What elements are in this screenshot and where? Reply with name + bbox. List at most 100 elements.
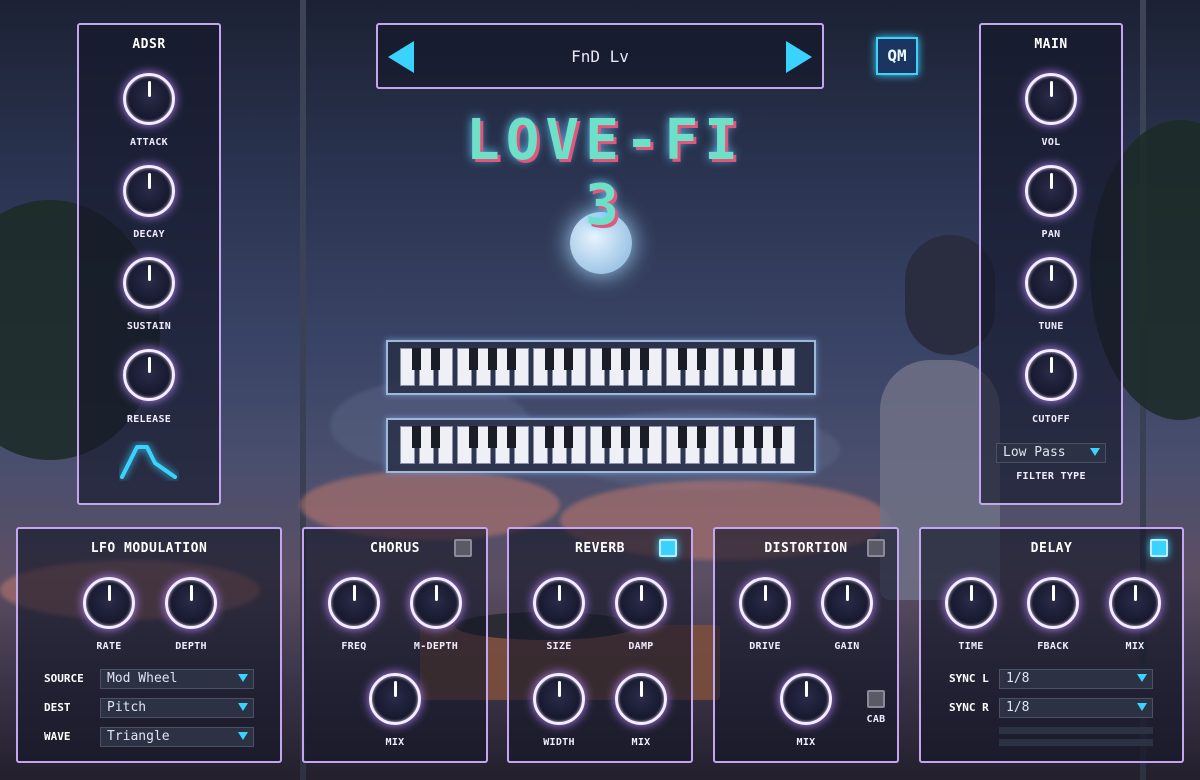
lfo-rate-knob[interactable]: [83, 577, 135, 629]
black-key[interactable]: [488, 426, 497, 448]
white-key[interactable]: [780, 348, 795, 386]
vol-knob[interactable]: [1025, 73, 1077, 125]
black-key[interactable]: [621, 426, 630, 448]
black-key[interactable]: [412, 426, 421, 448]
black-key[interactable]: [697, 348, 706, 370]
black-key[interactable]: [545, 348, 554, 370]
tune-knob[interactable]: [1025, 257, 1077, 309]
reverb-damp-knob[interactable]: [615, 577, 667, 629]
black-key[interactable]: [507, 348, 516, 370]
white-key[interactable]: [704, 426, 719, 464]
reverb-damp-label: DAMP: [628, 641, 654, 652]
lfo-title: LFO MODULATION: [90, 541, 208, 556]
chorus-mix-label: MIX: [385, 737, 405, 748]
lfo-depth-knob[interactable]: [165, 577, 217, 629]
pan-knob[interactable]: [1025, 165, 1077, 217]
release-knob[interactable]: [123, 349, 175, 401]
black-key[interactable]: [754, 348, 763, 370]
black-key[interactable]: [507, 426, 516, 448]
black-key[interactable]: [621, 348, 630, 370]
keyboard-upper[interactable]: [386, 340, 816, 395]
reverb-enable-toggle[interactable]: [659, 539, 677, 557]
delay-time-knob[interactable]: [945, 577, 997, 629]
white-key[interactable]: [704, 348, 719, 386]
black-key[interactable]: [773, 426, 782, 448]
black-key[interactable]: [488, 348, 497, 370]
black-key[interactable]: [678, 426, 687, 448]
distortion-mix-knob[interactable]: [780, 673, 832, 725]
reverb-mix-label: MIX: [631, 737, 651, 748]
chorus-mdepth-knob[interactable]: [410, 577, 462, 629]
chevron-down-icon: [1090, 448, 1100, 456]
distortion-drive-knob[interactable]: [739, 577, 791, 629]
white-key[interactable]: [514, 426, 529, 464]
white-key[interactable]: [571, 426, 586, 464]
filter-type-label: FILTER TYPE: [1016, 471, 1086, 482]
decay-label: DECAY: [133, 229, 165, 240]
tune-label: TUNE: [1038, 321, 1064, 332]
chorus-freq-label: FREQ: [341, 641, 367, 652]
black-key[interactable]: [735, 348, 744, 370]
black-key[interactable]: [773, 348, 782, 370]
delay-time-label: TIME: [958, 641, 984, 652]
reverb-mix-knob[interactable]: [615, 673, 667, 725]
black-key[interactable]: [469, 426, 478, 448]
sync-r-label: SYNC R: [949, 701, 989, 714]
chorus-enable-toggle[interactable]: [454, 539, 472, 557]
delay-title: DELAY: [1030, 541, 1073, 556]
sync-l-dropdown[interactable]: 1/8: [999, 669, 1153, 689]
black-key[interactable]: [431, 426, 440, 448]
sync-r-dropdown[interactable]: 1/8: [999, 698, 1153, 718]
black-key[interactable]: [412, 348, 421, 370]
lfo-rate-label: RATE: [96, 641, 122, 652]
release-label: RELEASE: [126, 414, 172, 425]
reverb-size-knob[interactable]: [533, 577, 585, 629]
adsr-panel: ADSR ATTACK DECAY SUSTAIN RELEASE: [77, 23, 221, 505]
lfo-wave-dropdown[interactable]: Triangle: [100, 727, 254, 747]
chevron-down-icon: [238, 732, 248, 740]
white-key[interactable]: [647, 426, 662, 464]
black-key[interactable]: [640, 426, 649, 448]
black-key[interactable]: [564, 426, 573, 448]
white-key[interactable]: [647, 348, 662, 386]
black-key[interactable]: [431, 348, 440, 370]
white-key[interactable]: [438, 426, 453, 464]
distortion-enable-toggle[interactable]: [867, 539, 885, 557]
black-key[interactable]: [640, 348, 649, 370]
delay-enable-toggle[interactable]: [1150, 539, 1168, 557]
attack-knob[interactable]: [123, 73, 175, 125]
keyboard-lower[interactable]: [386, 418, 816, 473]
chorus-freq-knob[interactable]: [328, 577, 380, 629]
sustain-knob[interactable]: [123, 257, 175, 309]
black-key[interactable]: [678, 348, 687, 370]
white-key[interactable]: [514, 348, 529, 386]
qm-logo-badge[interactable]: QM: [876, 37, 918, 75]
black-key[interactable]: [602, 426, 611, 448]
prev-preset-button[interactable]: [388, 41, 414, 73]
product-logo: LOVE-FI 3: [465, 108, 744, 238]
chorus-mix-knob[interactable]: [369, 673, 421, 725]
reverb-width-knob[interactable]: [533, 673, 585, 725]
black-key[interactable]: [545, 426, 554, 448]
filter-type-dropdown[interactable]: Low Pass: [996, 443, 1106, 463]
next-preset-button[interactable]: [786, 41, 812, 73]
white-key[interactable]: [571, 348, 586, 386]
cab-toggle[interactable]: [867, 690, 885, 708]
lfo-dest-dropdown[interactable]: Pitch: [100, 698, 254, 718]
lfo-source-dropdown[interactable]: Mod Wheel: [100, 669, 254, 689]
distortion-gain-knob[interactable]: [821, 577, 873, 629]
decay-knob[interactable]: [123, 165, 175, 217]
black-key[interactable]: [602, 348, 611, 370]
preset-name[interactable]: FnD Lv: [438, 47, 762, 66]
black-key[interactable]: [754, 426, 763, 448]
white-key[interactable]: [438, 348, 453, 386]
black-key[interactable]: [697, 426, 706, 448]
black-key[interactable]: [735, 426, 744, 448]
delay-fback-knob[interactable]: [1027, 577, 1079, 629]
cutoff-knob[interactable]: [1025, 349, 1077, 401]
delay-mix-knob[interactable]: [1109, 577, 1161, 629]
reverb-size-label: SIZE: [546, 641, 572, 652]
white-key[interactable]: [780, 426, 795, 464]
black-key[interactable]: [469, 348, 478, 370]
black-key[interactable]: [564, 348, 573, 370]
